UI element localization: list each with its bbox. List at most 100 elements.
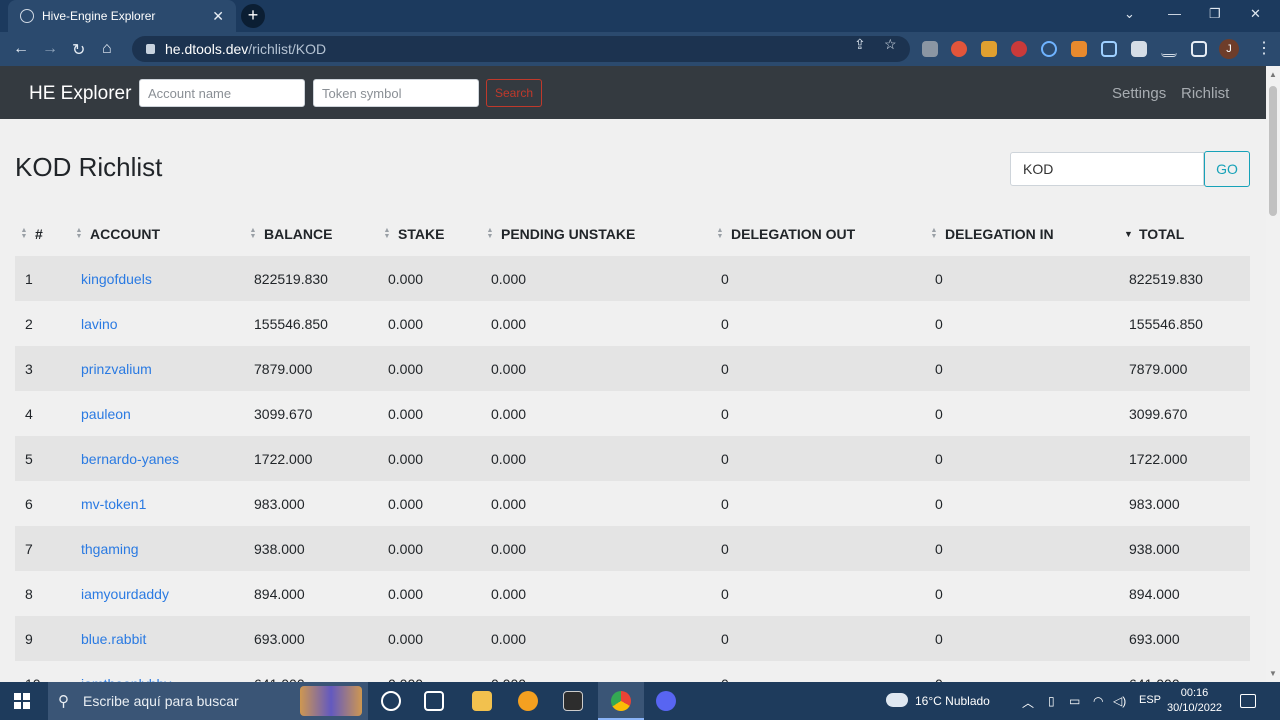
- cell-balance: 7879.000: [254, 361, 313, 377]
- header-pending-unstake[interactable]: ▲ ▼ PENDING UNSTAKE: [486, 226, 636, 242]
- extension-clock-icon[interactable]: [1041, 41, 1057, 57]
- close-tab-icon[interactable]: ✕: [212, 8, 224, 25]
- app-window-icon[interactable]: [563, 691, 583, 711]
- volume-icon[interactable]: ◁): [1113, 694, 1126, 708]
- bookmark-star-icon[interactable]: ☆: [884, 36, 897, 53]
- token-symbol-input[interactable]: [313, 79, 479, 107]
- search-icon: ⚲: [58, 693, 69, 710]
- account-link[interactable]: pauleon: [81, 406, 131, 422]
- sort-icon: ▲ ▼: [75, 227, 83, 240]
- wifi-icon[interactable]: ◠: [1093, 694, 1103, 708]
- restore-button[interactable]: ❐: [1209, 6, 1221, 22]
- weather-text[interactable]: 16°C Nublado: [915, 694, 990, 708]
- home-icon[interactable]: ⌂: [102, 40, 112, 58]
- back-icon[interactable]: ←: [13, 40, 29, 58]
- browser-menu-icon[interactable]: ⋮: [1256, 38, 1272, 58]
- extension-game-icon[interactable]: [1011, 41, 1027, 57]
- reading-list-icon[interactable]: [1161, 41, 1177, 57]
- notifications-icon[interactable]: [1240, 694, 1256, 708]
- share-icon[interactable]: ⇪: [854, 36, 866, 53]
- cell-balance: 938.000: [254, 541, 305, 557]
- table-row: 3 prinzvalium 7879.000 0.000 0.000 0 0 7879.000: [15, 346, 1250, 391]
- file-explorer-icon[interactable]: [472, 691, 492, 711]
- header-total[interactable]: ▼ TOTAL: [1124, 226, 1184, 242]
- richlist-symbol-input[interactable]: [1010, 152, 1204, 186]
- side-panel-icon[interactable]: [1191, 41, 1207, 57]
- battery-icon[interactable]: ▭: [1069, 694, 1080, 708]
- cell-pending-unstake: 0.000: [491, 406, 527, 422]
- cell-pending-unstake: 0.000: [491, 271, 527, 287]
- nav-richlist-link[interactable]: Richlist: [1181, 85, 1229, 102]
- account-link[interactable]: lavino: [81, 316, 118, 332]
- page-title: KOD Richlist: [15, 152, 163, 182]
- page-scrollbar[interactable]: ▲ ▼: [1266, 66, 1280, 682]
- extensions-puzzle-icon[interactable]: [1131, 41, 1147, 57]
- minimize-button[interactable]: —: [1168, 6, 1181, 21]
- tab-search-icon[interactable]: ⌄: [1124, 6, 1135, 22]
- account-link[interactable]: blue.rabbit: [81, 631, 146, 647]
- cell-balance: 983.000: [254, 496, 305, 512]
- account-link[interactable]: mv-token1: [81, 496, 146, 512]
- sort-icon: ▲ ▼: [249, 227, 257, 240]
- task-view-icon[interactable]: [424, 691, 444, 711]
- cell-delegation-in: 0: [935, 586, 943, 602]
- clock-date: 30/10/2022: [1167, 702, 1223, 714]
- sort-icon: ▲ ▼: [20, 227, 28, 240]
- nav-settings-link[interactable]: Settings: [1112, 85, 1166, 102]
- go-button[interactable]: GO: [1204, 151, 1250, 187]
- metamask-fox-icon[interactable]: [1071, 41, 1087, 57]
- extension-screen-icon[interactable]: [1101, 41, 1117, 57]
- header-rank[interactable]: ▲ ▼ #: [20, 226, 43, 242]
- scroll-thumb[interactable]: [1269, 86, 1277, 216]
- close-window-button[interactable]: ✕: [1250, 6, 1261, 22]
- brand-logo[interactable]: HE Explorer: [29, 83, 131, 105]
- scroll-down-arrow-icon[interactable]: ▼: [1269, 669, 1277, 678]
- chrome-icon[interactable]: [611, 691, 631, 711]
- cell-total: 822519.830: [1129, 271, 1203, 287]
- header-delegation-in[interactable]: ▲ ▼ DELEGATION IN: [930, 226, 1054, 242]
- extension-red-icon[interactable]: [951, 41, 967, 57]
- browser-tab[interactable]: Hive-Engine Explorer ✕: [8, 0, 236, 32]
- cell-balance: 822519.830: [254, 271, 328, 287]
- cell-rank: 5: [25, 451, 33, 467]
- new-tab-button[interactable]: +: [241, 4, 265, 28]
- header-balance[interactable]: ▲ ▼ BALANCE: [249, 226, 333, 242]
- account-link[interactable]: prinzvalium: [81, 361, 152, 377]
- search-highlight-icon[interactable]: [300, 686, 362, 716]
- windows-start-icon[interactable]: [14, 693, 30, 709]
- cortana-icon[interactable]: [381, 691, 401, 711]
- table-row: 2 lavino 155546.850 0.000 0.000 0 0 155546.850: [15, 301, 1250, 346]
- tray-app-icon[interactable]: ▯: [1048, 694, 1055, 708]
- profile-avatar[interactable]: J: [1219, 39, 1239, 59]
- url-field[interactable]: he.dtools.dev/richlist/KOD: [132, 36, 910, 62]
- cloud-weather-icon[interactable]: [886, 693, 908, 707]
- account-link[interactable]: iamyourdaddy: [81, 586, 169, 602]
- cell-balance: 3099.670: [254, 406, 313, 422]
- cell-total: 7879.000: [1129, 361, 1188, 377]
- cell-total: 938.000: [1129, 541, 1180, 557]
- search-button[interactable]: Search: [486, 79, 542, 107]
- account-name-input[interactable]: [139, 79, 305, 107]
- discord-icon[interactable]: [656, 691, 676, 711]
- header-stake[interactable]: ▲ ▼ STAKE: [383, 226, 445, 242]
- extension-key-icon[interactable]: [981, 41, 997, 57]
- cell-total: 983.000: [1129, 496, 1180, 512]
- account-link[interactable]: kingofduels: [81, 271, 152, 287]
- cell-rank: 2: [25, 316, 33, 332]
- forward-icon[interactable]: →: [42, 40, 58, 58]
- extension-s-icon[interactable]: [922, 41, 938, 57]
- header-account[interactable]: ▲ ▼ ACCOUNT: [75, 226, 160, 242]
- header-delegation-out[interactable]: ▲ ▼ DELEGATION OUT: [716, 226, 856, 242]
- cell-stake: 0.000: [388, 541, 424, 557]
- account-link[interactable]: bernardo-yanes: [81, 451, 179, 467]
- cell-delegation-out: 0: [721, 496, 729, 512]
- cell-delegation-in: 0: [935, 496, 943, 512]
- clock[interactable]: 00:16 30/10/2022: [1167, 686, 1222, 716]
- cell-total: 3099.670: [1129, 406, 1188, 422]
- tray-chevron-icon[interactable]: ︿: [1022, 694, 1034, 711]
- brave-browser-icon[interactable]: [518, 691, 538, 711]
- language-indicator[interactable]: ESP: [1139, 694, 1161, 706]
- reload-icon[interactable]: ↻: [72, 40, 85, 60]
- scroll-up-arrow-icon[interactable]: ▲: [1269, 70, 1277, 79]
- account-link[interactable]: thgaming: [81, 541, 139, 557]
